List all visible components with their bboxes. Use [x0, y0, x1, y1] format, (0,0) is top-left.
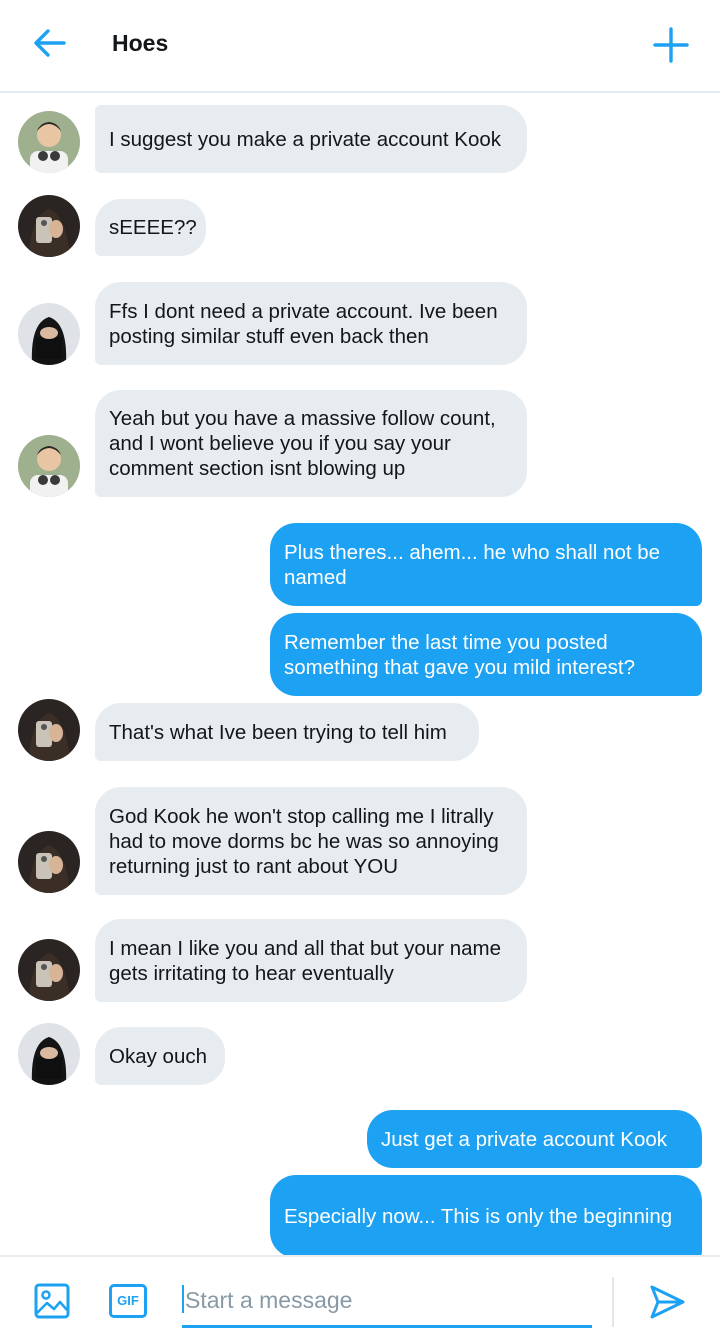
avatar[interactable]	[18, 939, 80, 1001]
message-bubble[interactable]: Ffs I dont need a private account. Ive b…	[95, 282, 527, 365]
conversation-header: Hoes	[0, 0, 720, 93]
message-text: sEEEE??	[109, 216, 197, 239]
message-text: Ffs I dont need a private account. Ive b…	[109, 299, 498, 348]
message-input-placeholder: Start a message	[185, 1287, 353, 1313]
message-bubble-sent[interactable]: Remember the last time you posted someth…	[270, 613, 702, 696]
send-icon[interactable]	[648, 1283, 686, 1321]
message-composer: GIF Start a message	[0, 1255, 720, 1341]
message-input[interactable]: Start a message	[182, 1285, 592, 1328]
message-bubble-sent[interactable]: Plus theres... ahem... he who shall not …	[270, 523, 702, 606]
avatar[interactable]	[18, 195, 80, 257]
avatar[interactable]	[18, 1023, 80, 1085]
back-arrow-icon[interactable]	[30, 26, 70, 60]
avatar[interactable]	[18, 435, 80, 497]
message-text: Yeah but you have a massive follow count…	[109, 407, 496, 480]
message-bubble[interactable]: I mean I like you and all that but your …	[95, 919, 527, 1002]
message-bubble-sent[interactable]: Just get a private account Kook	[367, 1110, 702, 1168]
message-bubble[interactable]: Yeah but you have a massive follow count…	[95, 390, 527, 497]
message-text: God Kook he won't stop calling me I litr…	[109, 804, 499, 878]
message-text: That's what Ive been trying to tell him	[109, 720, 447, 744]
message-text: Just get a private account Kook	[381, 1127, 668, 1151]
message-text: I suggest you make a private account Koo…	[109, 127, 502, 151]
message-bubble[interactable]: Okay ouch	[95, 1027, 225, 1085]
avatar[interactable]	[18, 831, 80, 893]
conversation-title: Hoes	[112, 30, 169, 56]
divider	[612, 1277, 614, 1327]
message-text: I mean I like you and all that but your …	[109, 936, 502, 985]
avatar[interactable]	[18, 303, 80, 365]
avatar[interactable]	[18, 111, 80, 173]
image-icon[interactable]	[34, 1283, 70, 1319]
message-bubble[interactable]: God Kook he won't stop calling me I litr…	[95, 787, 527, 895]
message-text: Plus theres... ahem... he who shall not …	[284, 540, 661, 589]
message-bubble[interactable]: That's what Ive been trying to tell him	[95, 703, 479, 761]
message-list[interactable]: I suggest you make a private account Koo…	[0, 93, 720, 1255]
add-icon[interactable]	[652, 26, 690, 64]
gif-label: GIF	[117, 1293, 139, 1308]
gif-icon[interactable]: GIF	[109, 1284, 147, 1318]
message-bubble[interactable]: I suggest you make a private account Koo…	[95, 105, 527, 173]
message-text: Okay ouch	[109, 1044, 207, 1068]
avatar[interactable]	[18, 699, 80, 761]
message-text: Especially now... This is only the begin…	[284, 1205, 673, 1228]
message-text: Remember the last time you posted someth…	[284, 630, 635, 679]
message-bubble[interactable]: sEEEE??	[95, 199, 206, 256]
message-bubble-sent[interactable]: Especially now... This is only the begin…	[270, 1175, 702, 1255]
text-cursor	[182, 1285, 184, 1313]
